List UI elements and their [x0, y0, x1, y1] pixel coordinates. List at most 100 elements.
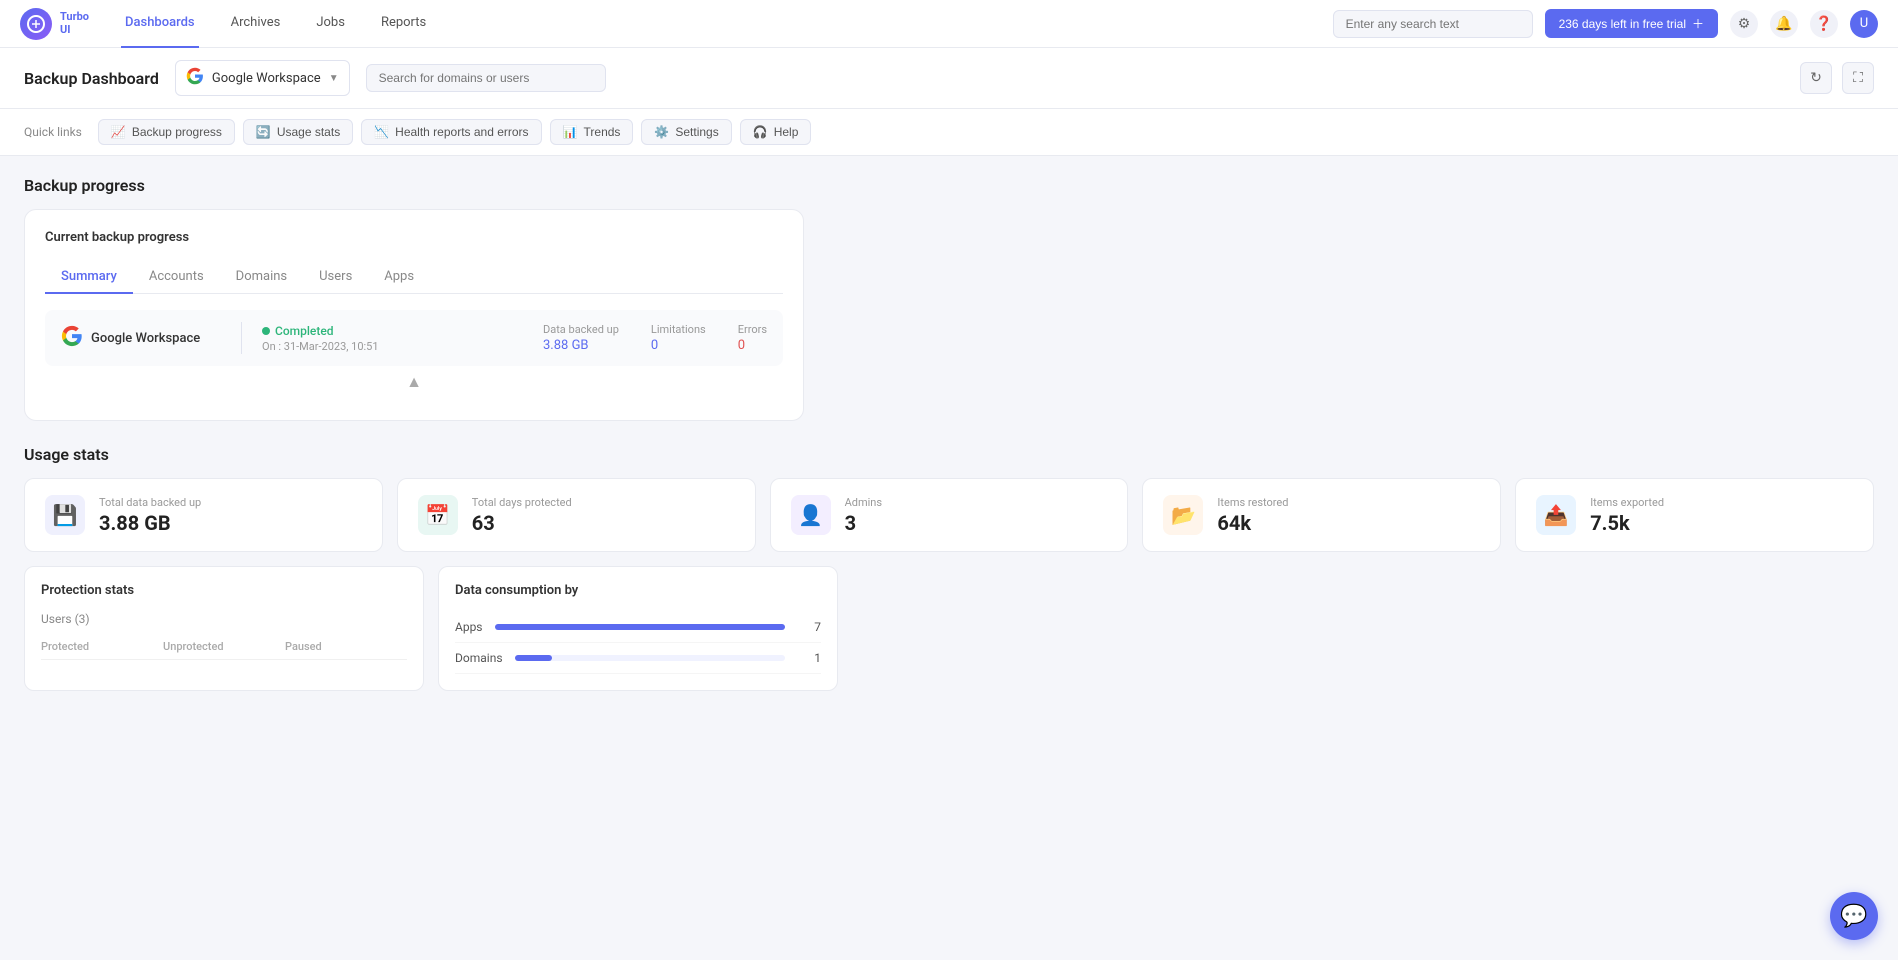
- stat-info-data-backed-up: Total data backed up 3.88 GB: [99, 496, 201, 535]
- status-date: On : 31-Mar-2023, 10:51: [262, 340, 379, 353]
- card-collapse: ▲: [45, 366, 783, 400]
- tab-apps[interactable]: Apps: [368, 261, 430, 294]
- help-icon[interactable]: ❓: [1810, 10, 1838, 38]
- nav-right: 236 days left in free trial ＋ ⚙ 🔔 ❓ U: [1333, 9, 1878, 38]
- stat-label-data-backed-up: Total data backed up: [99, 496, 201, 509]
- status-label: Completed: [275, 324, 334, 338]
- data-backed-up-icon: 💾: [45, 495, 85, 535]
- collapse-button[interactable]: ▲: [406, 374, 422, 392]
- domain-selector[interactable]: Google Workspace ▼: [175, 60, 350, 96]
- data-backed-up-value[interactable]: 3.88 GB: [543, 338, 619, 353]
- header-actions: ↻ ⛶: [1800, 62, 1874, 94]
- health-reports-icon: 📉: [374, 125, 389, 139]
- nav-links: Dashboards Archives Jobs Reports: [121, 0, 430, 48]
- nav-link-reports[interactable]: Reports: [377, 0, 430, 48]
- search-input[interactable]: [1333, 10, 1533, 38]
- quick-links-bar: Quick links 📈 Backup progress 🔄 Usage st…: [0, 109, 1898, 156]
- nav-link-jobs[interactable]: Jobs: [312, 0, 349, 48]
- stat-card-data-backed-up: 💾 Total data backed up 3.88 GB: [24, 478, 383, 552]
- data-backed-up-label: Data backed up: [543, 323, 619, 336]
- logo-icon: [20, 8, 52, 40]
- tab-accounts[interactable]: Accounts: [133, 261, 220, 294]
- stat-label-items-restored: Items restored: [1217, 496, 1288, 509]
- stat-value-items-exported: 7.5k: [1590, 511, 1664, 535]
- settings-label: Settings: [675, 125, 718, 139]
- quick-link-trends[interactable]: 📊 Trends: [550, 119, 634, 145]
- trial-button[interactable]: 236 days left in free trial ＋: [1545, 9, 1718, 38]
- backup-progress-section-title: Backup progress: [24, 176, 1874, 195]
- backup-row: Google Workspace Completed On : 31-Mar-2…: [45, 310, 783, 366]
- limitations-value[interactable]: 0: [651, 338, 706, 353]
- google-icon: [186, 67, 204, 89]
- chevron-down-icon: ▼: [329, 73, 339, 84]
- health-reports-label: Health reports and errors: [395, 125, 528, 139]
- data-backed-up: Data backed up 3.88 GB: [543, 323, 619, 353]
- top-nav: TurboUI Dashboards Archives Jobs Reports…: [0, 0, 1898, 48]
- limitations: Limitations 0: [651, 323, 706, 353]
- settings-icon: ⚙️: [654, 125, 669, 139]
- domains-label: Domains: [455, 651, 503, 665]
- users-sub-title: Users (3): [41, 612, 407, 626]
- tab-summary[interactable]: Summary: [45, 261, 133, 294]
- domain-name: Google Workspace: [212, 71, 321, 86]
- errors-value[interactable]: 0: [738, 338, 767, 353]
- chat-button[interactable]: 💬: [1830, 892, 1878, 940]
- backup-progress-card: Current backup progress Summary Accounts…: [24, 209, 804, 421]
- divider: [241, 322, 242, 354]
- data-consumption-card: Data consumption by Apps 7 Domains 1: [438, 566, 838, 691]
- apps-value: 7: [797, 620, 821, 634]
- stat-info-items-exported: Items exported 7.5k: [1590, 496, 1664, 535]
- nav-link-archives[interactable]: Archives: [227, 0, 285, 48]
- bottom-section: Protection stats Users (3) Protected Unp…: [24, 566, 1874, 691]
- domains-bar: [515, 655, 553, 661]
- quick-link-usage-stats[interactable]: 🔄 Usage stats: [243, 119, 353, 145]
- items-restored-icon: 📂: [1163, 495, 1203, 535]
- settings-icon[interactable]: ⚙: [1730, 10, 1758, 38]
- stat-card-items-restored: 📂 Items restored 64k: [1142, 478, 1501, 552]
- apps-bar-wrap: [495, 624, 786, 630]
- items-exported-icon: 📤: [1536, 495, 1576, 535]
- tab-domains[interactable]: Domains: [220, 261, 303, 294]
- backup-status: Completed On : 31-Mar-2023, 10:51: [262, 324, 379, 353]
- quick-link-health-reports[interactable]: 📉 Health reports and errors: [361, 119, 541, 145]
- stats-grid: 💾 Total data backed up 3.88 GB 📅 Total d…: [24, 478, 1874, 552]
- usage-stats-section: Usage stats 💾 Total data backed up 3.88 …: [24, 445, 1874, 552]
- help-icon: 🎧: [753, 125, 768, 139]
- status-dot: [262, 327, 270, 335]
- quick-link-backup-progress[interactable]: 📈 Backup progress: [98, 119, 235, 145]
- quick-links-label: Quick links: [24, 125, 82, 139]
- expand-icon[interactable]: ⛶: [1842, 62, 1874, 94]
- header-bar: Backup Dashboard Google Workspace ▼ ↻ ⛶: [0, 48, 1898, 109]
- paused-header: Paused: [285, 640, 407, 653]
- backup-progress-icon: 📈: [111, 125, 126, 139]
- backup-progress-label: Backup progress: [132, 125, 222, 139]
- avatar[interactable]: U: [1850, 10, 1878, 38]
- domain-search-input[interactable]: [366, 64, 606, 92]
- notifications-icon[interactable]: 🔔: [1770, 10, 1798, 38]
- stat-label-items-exported: Items exported: [1590, 496, 1664, 509]
- data-item-domains: Domains 1: [455, 643, 821, 674]
- stat-label-days-protected: Total days protected: [472, 496, 572, 509]
- help-label: Help: [774, 125, 799, 139]
- tab-users[interactable]: Users: [303, 261, 368, 294]
- trends-icon: 📊: [563, 125, 578, 139]
- refresh-icon[interactable]: ↻: [1800, 62, 1832, 94]
- errors-label: Errors: [738, 323, 767, 336]
- backup-meta: Data backed up 3.88 GB Limitations 0 Err…: [543, 323, 767, 353]
- stat-card-days-protected: 📅 Total days protected 63: [397, 478, 756, 552]
- quick-link-help[interactable]: 🎧 Help: [740, 119, 812, 145]
- backup-source-name: Google Workspace: [91, 331, 200, 346]
- usage-stats-icon: 🔄: [256, 125, 271, 139]
- protection-stats-title: Protection stats: [41, 583, 407, 598]
- errors: Errors 0: [738, 323, 767, 353]
- apps-label: Apps: [455, 620, 483, 634]
- plus-icon: ＋: [1692, 15, 1704, 32]
- nav-link-dashboards[interactable]: Dashboards: [121, 0, 199, 48]
- admins-icon: 👤: [791, 495, 831, 535]
- logo-area: TurboUI: [20, 8, 89, 40]
- stat-value-data-backed-up: 3.88 GB: [99, 511, 201, 535]
- stat-card-admins: 👤 Admins 3: [770, 478, 1129, 552]
- trends-label: Trends: [584, 125, 621, 139]
- stat-info-admins: Admins 3: [845, 496, 882, 535]
- quick-link-settings[interactable]: ⚙️ Settings: [641, 119, 731, 145]
